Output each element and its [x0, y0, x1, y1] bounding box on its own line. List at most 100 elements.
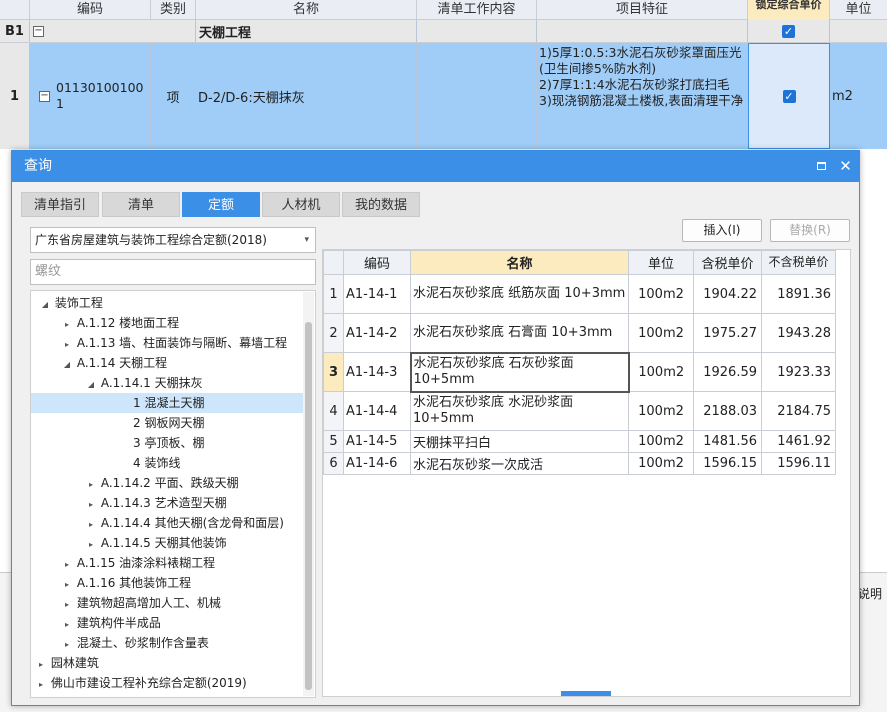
row-code[interactable]: A1-14-6: [343, 452, 411, 475]
bg-header-code[interactable]: 编码: [30, 0, 151, 20]
tab-materials[interactable]: 人材机: [262, 192, 340, 217]
description-tab[interactable]: 说明: [858, 585, 882, 602]
tree-item-selected[interactable]: 1 混凝土天棚: [31, 393, 303, 413]
tab-bill-guide[interactable]: 清单指引: [21, 192, 99, 217]
tree-item[interactable]: 4 装饰线: [31, 453, 303, 473]
tree-item[interactable]: 3 亭顶板、棚: [31, 433, 303, 453]
tree-item[interactable]: ▸ 佛山市建设工程补充综合定额(2019): [31, 673, 303, 693]
tree-item[interactable]: 2 钢板网天棚: [31, 413, 303, 433]
tree-item[interactable]: ▸ 建筑物超高增加人工、机械: [31, 593, 303, 613]
row-price-tax[interactable]: 2188.03: [693, 391, 762, 431]
collapsed-triangle-icon[interactable]: ▸: [61, 315, 73, 335]
row-name[interactable]: 水泥石灰砂浆一次成活: [410, 452, 629, 475]
tree-item[interactable]: ▸ A.1.14.2 平面、跌级天棚: [31, 473, 303, 493]
row-name[interactable]: 水泥石灰砂浆底 纸筋灰面 10+3mm: [410, 274, 629, 314]
replace-button[interactable]: 替换(R): [770, 219, 850, 242]
quota-library-select[interactable]: 广东省房屋建筑与装饰工程综合定额(2018) ▾: [30, 227, 316, 253]
bg-header-features[interactable]: 项目特征: [537, 0, 748, 20]
tree-scrollbar-thumb[interactable]: [305, 322, 312, 690]
table-row[interactable]: 4 A1-14-4 水泥石灰砂浆底 水泥砂浆面 10+5mm 100m2 218…: [323, 391, 836, 431]
dialog-titlebar[interactable]: 查询 ✕: [12, 151, 859, 182]
row-unit[interactable]: 100m2: [628, 430, 694, 453]
lock-checkbox-icon[interactable]: ✓: [782, 24, 795, 38]
collapsed-triangle-icon[interactable]: ▸: [61, 635, 73, 655]
tree-item[interactable]: ▸ 园林建筑: [31, 653, 303, 673]
row-unit[interactable]: 100m2: [628, 391, 694, 431]
tree-item[interactable]: ▸ A.1.14.5 天棚其他装饰: [31, 533, 303, 553]
row-price-tax[interactable]: 1926.59: [693, 352, 762, 392]
lock-checkbox-icon[interactable]: ✓: [782, 89, 796, 103]
close-icon[interactable]: ✕: [837, 158, 854, 175]
expanded-triangle-icon[interactable]: ◢: [61, 355, 73, 375]
row-unit[interactable]: 100m2: [628, 452, 694, 475]
row-unit[interactable]: 100m2: [628, 313, 694, 353]
row-name[interactable]: 水泥石灰砂浆底 石膏面 10+3mm: [410, 313, 629, 353]
row-name-active-cell[interactable]: 水泥石灰砂浆底 石灰砂浆面 10+5mm: [409, 351, 630, 393]
collapsed-triangle-icon[interactable]: ▸: [61, 615, 73, 635]
tab-my-data[interactable]: 我的数据: [342, 192, 420, 217]
bg-header-category[interactable]: 类别: [151, 0, 196, 20]
tree-item[interactable]: ◢ 装饰工程: [31, 293, 303, 313]
bg-header-unit[interactable]: 单位: [830, 0, 887, 20]
row-unit[interactable]: 100m2: [628, 352, 694, 392]
collapsed-triangle-icon[interactable]: ▸: [85, 495, 97, 515]
row-price-tax[interactable]: 1904.22: [693, 274, 762, 314]
tree-item[interactable]: ▸ A.1.13 墙、柱面装饰与隔断、幕墙工程: [31, 333, 303, 353]
bg-row-b1[interactable]: B1 − 天棚工程 ✓: [0, 20, 887, 43]
row-name[interactable]: 水泥石灰砂浆底 水泥砂浆面 10+5mm: [410, 391, 629, 431]
tree-item[interactable]: ▸ A.1.15 油漆涂料裱糊工程: [31, 553, 303, 573]
expanded-triangle-icon[interactable]: ◢: [39, 295, 51, 315]
search-input[interactable]: 螺纹: [30, 259, 316, 285]
collapsed-triangle-icon[interactable]: ▸: [85, 515, 97, 535]
tree-item[interactable]: ▸ A.1.12 楼地面工程: [31, 313, 303, 333]
tree-item[interactable]: ▸ 混凝土、砂浆制作含量表: [31, 633, 303, 653]
row-price-tax[interactable]: 1481.56: [693, 430, 762, 453]
row-code[interactable]: A1-14-5: [343, 430, 411, 453]
collapsed-triangle-icon[interactable]: ▸: [35, 675, 47, 695]
col-unit-header[interactable]: 单位: [628, 250, 694, 275]
collapsed-triangle-icon[interactable]: ▸: [61, 595, 73, 615]
insert-button[interactable]: 插入(I): [682, 219, 762, 242]
table-row[interactable]: 1 A1-14-1 水泥石灰砂浆底 纸筋灰面 10+3mm 100m2 1904…: [323, 274, 836, 314]
tree-item[interactable]: ▸ 建筑构件半成品: [31, 613, 303, 633]
collapsed-triangle-icon[interactable]: ▸: [35, 655, 47, 675]
row-price-notax[interactable]: 1891.36: [761, 274, 836, 314]
row-price-notax[interactable]: 1943.28: [761, 313, 836, 353]
tree-scrollbar[interactable]: [303, 292, 314, 696]
collapse-icon[interactable]: −: [39, 90, 50, 102]
table-row-selected[interactable]: 3 A1-14-3 水泥石灰砂浆底 石灰砂浆面 10+5mm 100m2 192…: [323, 351, 836, 393]
bg-header-name[interactable]: 名称: [196, 0, 417, 20]
row-price-tax[interactable]: 1596.15: [693, 452, 762, 475]
row-price-notax[interactable]: 1461.92: [761, 430, 836, 453]
col-code-header[interactable]: 编码: [343, 250, 411, 275]
tree-item[interactable]: ▸ A.1.14.4 其他天棚(含龙骨和面层): [31, 513, 303, 533]
collapsed-triangle-icon[interactable]: ▸: [85, 475, 97, 495]
row-name[interactable]: 天棚抹平扫白: [410, 430, 629, 453]
tree-item[interactable]: ▸ A.1.16 其他装饰工程: [31, 573, 303, 593]
expanded-triangle-icon[interactable]: ◢: [85, 375, 97, 395]
table-row[interactable]: 2 A1-14-2 水泥石灰砂浆底 石膏面 10+3mm 100m2 1975.…: [323, 313, 836, 353]
col-name-header[interactable]: 名称: [410, 250, 629, 275]
bg-row-1[interactable]: 1 − 011301001001 项 D-2/D-6:天棚抹灰 1)5厚1:0.…: [0, 43, 887, 149]
collapsed-triangle-icon[interactable]: ▸: [61, 575, 73, 595]
col-price-tax-header[interactable]: 含税单价: [693, 250, 762, 275]
collapsed-triangle-icon[interactable]: ▸: [61, 555, 73, 575]
tab-quota[interactable]: 定额: [182, 192, 260, 217]
row-price-tax[interactable]: 1975.27: [693, 313, 762, 353]
bg-header-work-content[interactable]: 清单工作内容: [417, 0, 537, 20]
row-price-notax[interactable]: 1923.33: [761, 352, 836, 392]
maximize-icon[interactable]: [813, 158, 830, 175]
col-price-notax-header[interactable]: 不含税单价: [761, 250, 836, 275]
row-code[interactable]: A1-14-1: [343, 274, 411, 314]
row-code[interactable]: A1-14-4: [343, 391, 411, 431]
collapsed-triangle-icon[interactable]: ▸: [61, 335, 73, 355]
collapse-icon[interactable]: −: [33, 25, 44, 37]
tree-item[interactable]: ▸ A.1.14.3 艺术造型天棚: [31, 493, 303, 513]
collapsed-triangle-icon[interactable]: ▸: [85, 535, 97, 555]
table-row[interactable]: 6 A1-14-6 水泥石灰砂浆一次成活 100m2 1596.15 1596.…: [323, 452, 836, 475]
row-unit[interactable]: 100m2: [628, 274, 694, 314]
row-price-notax[interactable]: 1596.11: [761, 452, 836, 475]
row-code[interactable]: A1-14-2: [343, 313, 411, 353]
table-row[interactable]: 5 A1-14-5 天棚抹平扫白 100m2 1481.56 1461.92: [323, 430, 836, 453]
row-code[interactable]: A1-14-3: [343, 352, 411, 392]
